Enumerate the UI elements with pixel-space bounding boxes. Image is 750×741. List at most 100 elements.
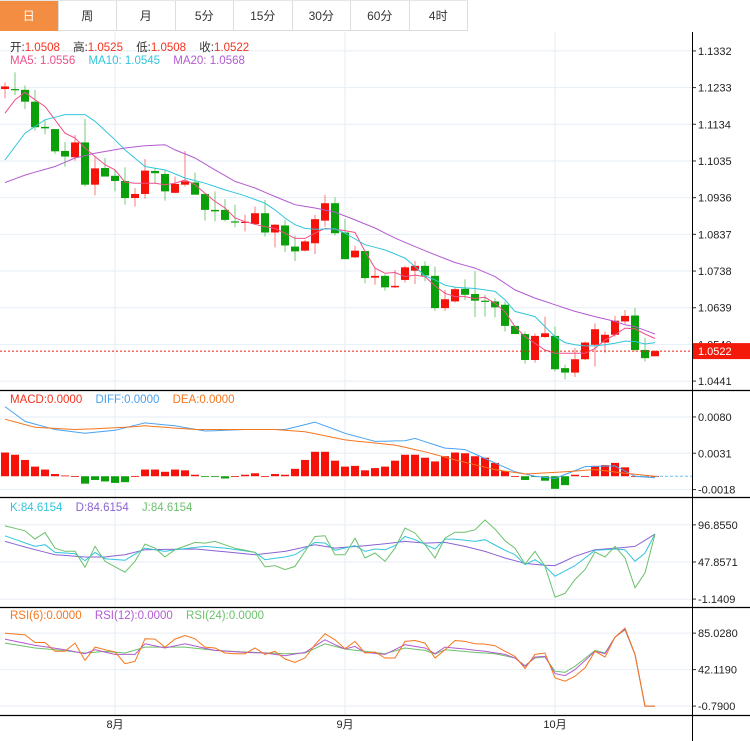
candle-body bbox=[591, 329, 599, 345]
macd-bar bbox=[161, 471, 169, 477]
candle-body bbox=[291, 246, 299, 252]
ma5-label: MA5: bbox=[10, 55, 41, 67]
candle bbox=[531, 333, 539, 363]
candle bbox=[201, 193, 209, 221]
macd-bar bbox=[151, 469, 159, 477]
candle-body bbox=[251, 213, 259, 224]
candle-body bbox=[11, 89, 19, 91]
candle-body bbox=[71, 142, 79, 158]
candle bbox=[431, 266, 439, 311]
ma5-value: 1.0556 bbox=[40, 55, 76, 67]
macd-bar bbox=[1, 452, 9, 477]
macd-bar bbox=[421, 457, 429, 477]
candle-body bbox=[441, 299, 449, 309]
candle-body bbox=[51, 129, 59, 152]
macd-bar bbox=[21, 459, 29, 477]
y-tick-label: 1.1035 bbox=[698, 156, 732, 168]
macd-bar bbox=[261, 476, 269, 477]
y-tick-label: 1.0639 bbox=[698, 303, 732, 315]
candle-body bbox=[141, 170, 149, 194]
macd-bar bbox=[141, 469, 149, 477]
candle-body bbox=[211, 209, 219, 212]
candle-body bbox=[631, 315, 639, 350]
candle bbox=[11, 72, 19, 96]
macd-bar bbox=[41, 469, 49, 477]
candle-body bbox=[561, 368, 569, 373]
y-tick-label: 1.0441 bbox=[698, 376, 732, 388]
candle bbox=[641, 338, 649, 362]
ma20-label: MA20: bbox=[173, 55, 210, 67]
y-tick-label: 85.0280 bbox=[698, 628, 738, 640]
macd-bar bbox=[451, 452, 459, 477]
candle-body bbox=[21, 89, 29, 102]
macd-bar bbox=[281, 474, 289, 477]
candle bbox=[121, 167, 129, 205]
candle bbox=[251, 206, 259, 224]
macd-bar bbox=[351, 465, 359, 477]
candle-body bbox=[651, 351, 659, 357]
macd-bar bbox=[191, 474, 199, 477]
macd-bar bbox=[181, 470, 189, 477]
candle bbox=[421, 261, 429, 282]
candle-body bbox=[301, 241, 309, 251]
ma10-value: 1.0545 bbox=[124, 55, 161, 67]
candle-body bbox=[351, 250, 359, 258]
macd-bar bbox=[431, 461, 439, 477]
candle-body bbox=[311, 219, 319, 244]
candle bbox=[81, 119, 89, 187]
macd-bar bbox=[371, 468, 379, 477]
low-label: 低: bbox=[136, 42, 151, 54]
x-axis-label: 8月 bbox=[106, 719, 123, 731]
macd-bar bbox=[341, 466, 349, 477]
candle bbox=[1, 82, 9, 99]
macd-bar bbox=[31, 466, 39, 477]
high-label: 高: bbox=[73, 42, 88, 54]
k-line bbox=[4, 533, 656, 577]
d-value: D:84.6154 bbox=[75, 502, 129, 514]
candle bbox=[21, 85, 29, 110]
candle bbox=[351, 245, 359, 259]
macd-bar bbox=[301, 459, 309, 477]
candle-body bbox=[1, 86, 9, 90]
k-value: K:84.6154 bbox=[10, 502, 63, 514]
rsi-legend: RSI(6):0.0000 RSI(12):0.0000 RSI(24):0.0… bbox=[10, 610, 264, 622]
d-line bbox=[4, 533, 656, 567]
candle bbox=[131, 188, 139, 207]
y-tick-label: 1.1134 bbox=[698, 119, 731, 131]
candle bbox=[341, 219, 349, 260]
candle-body bbox=[341, 232, 349, 260]
candle bbox=[161, 169, 169, 201]
candle-body bbox=[391, 285, 399, 288]
candle bbox=[401, 265, 409, 283]
x-axis-label: 10月 bbox=[543, 719, 566, 731]
macd-bar bbox=[611, 462, 619, 477]
candle-body bbox=[41, 126, 49, 129]
candle bbox=[151, 168, 159, 184]
candle-body bbox=[481, 300, 489, 302]
candle bbox=[301, 239, 309, 252]
candle-body bbox=[151, 170, 159, 174]
candle-body bbox=[131, 193, 139, 199]
candle bbox=[291, 235, 299, 262]
macd-bar bbox=[571, 474, 579, 477]
rsi6-line bbox=[4, 627, 655, 707]
ma10-line bbox=[4, 114, 656, 347]
candle-body bbox=[541, 333, 549, 338]
candle-body bbox=[121, 180, 129, 199]
macd-bar bbox=[231, 476, 239, 477]
candle-body bbox=[101, 168, 109, 177]
kline-chart[interactable]: 8月 9月 10月 1.1332 1.1233 1.1134 1.1035 1.0936 1.0… bbox=[0, 0, 750, 741]
y-tick-label: -0.7900 bbox=[698, 701, 735, 713]
candle bbox=[61, 142, 69, 167]
candle bbox=[571, 348, 579, 378]
macd-legend: MACD:0.0000 DIFF:0.0000 DEA:0.0000 bbox=[10, 394, 235, 406]
macd-bar bbox=[131, 476, 139, 477]
rsi6-value: RSI(6):0.0000 bbox=[10, 610, 82, 622]
candle-body bbox=[201, 193, 209, 210]
candle-body bbox=[431, 275, 439, 309]
candle bbox=[51, 129, 59, 154]
macd-bar bbox=[291, 468, 299, 477]
candle-body bbox=[491, 301, 499, 308]
macd-bar bbox=[471, 456, 479, 477]
macd-value: MACD:0.0000 bbox=[10, 394, 83, 406]
